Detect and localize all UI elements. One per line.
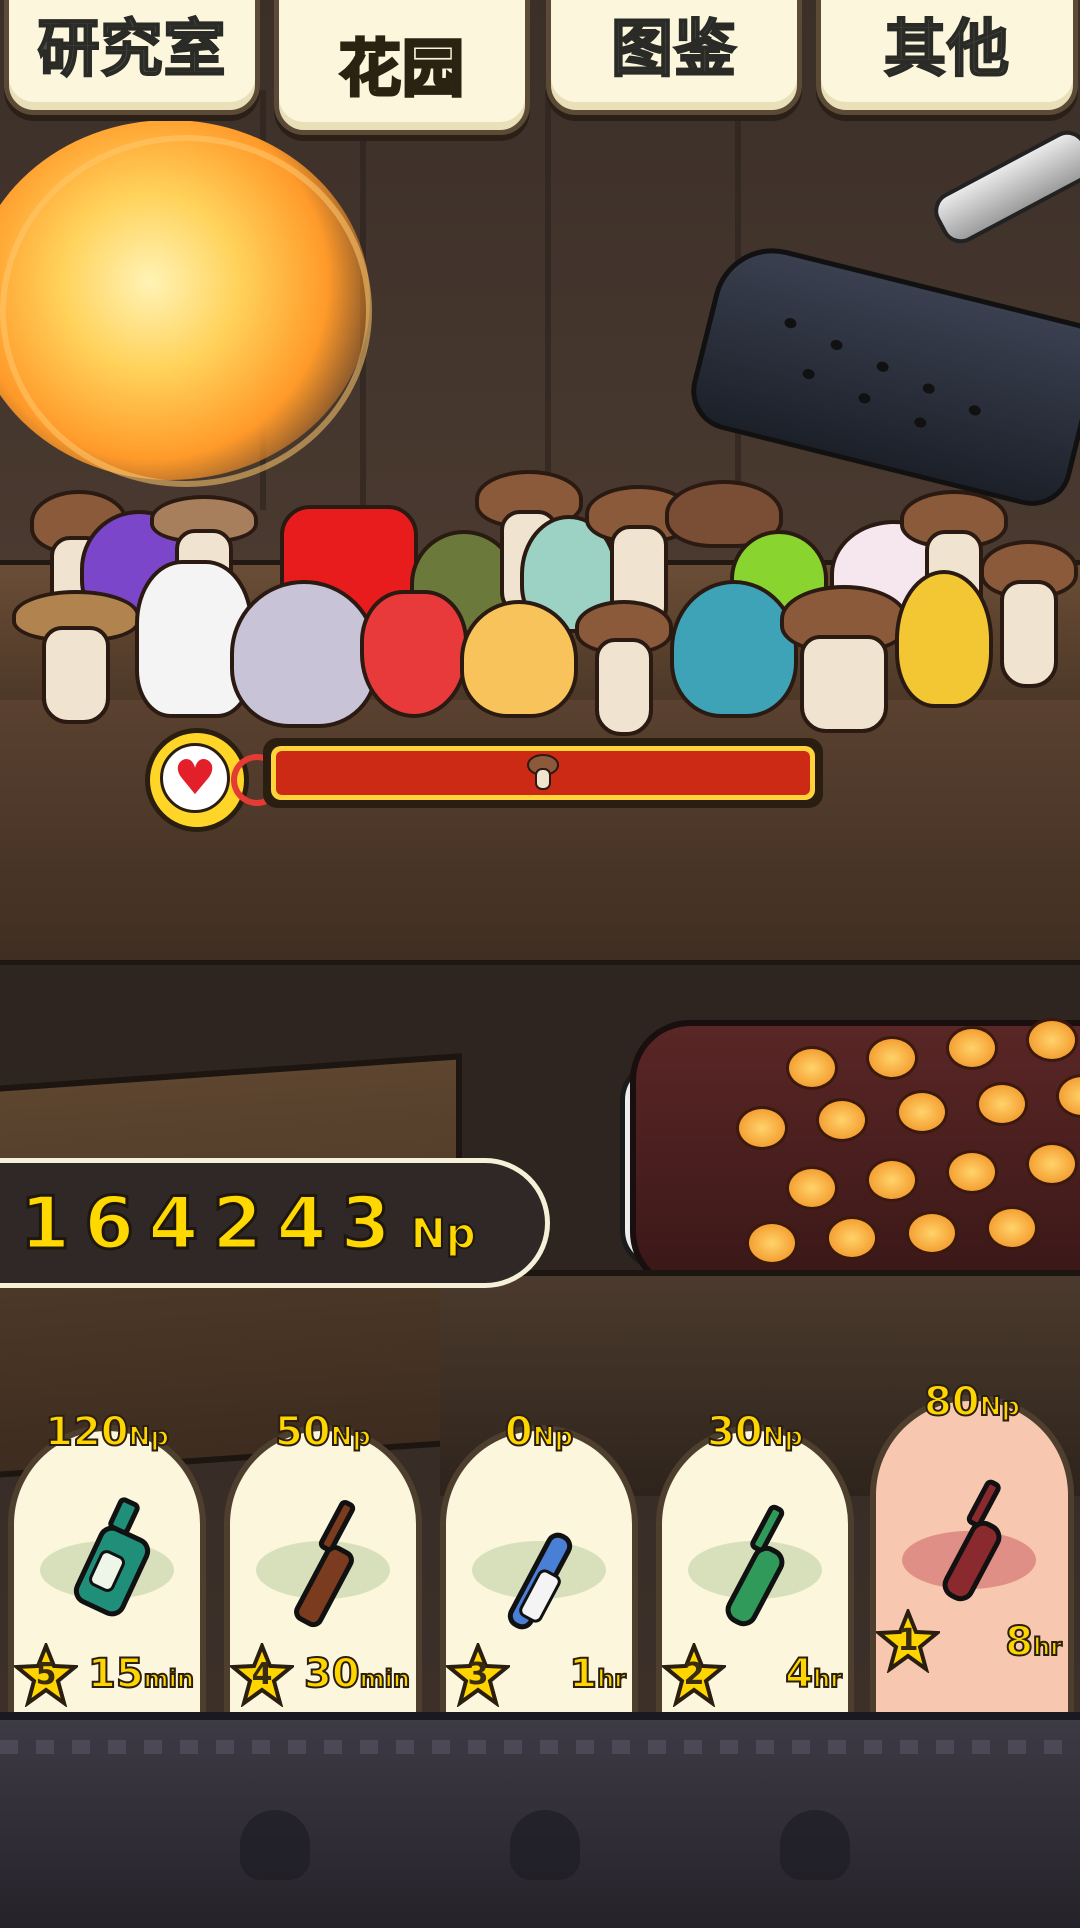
yellow-creature[interactable] [460, 600, 578, 720]
tab-garden[interactable]: 花园 [274, 0, 530, 135]
tab-label: 研究室 [36, 11, 227, 86]
health-bar-track [263, 738, 823, 808]
mushroom-creature[interactable] [980, 540, 1078, 690]
star-rating-icon: 2 [659, 1640, 729, 1708]
np-points-unit: Np [410, 1208, 477, 1259]
garden-health-bar: ♥ [145, 728, 825, 832]
bottle-icon [73, 1497, 151, 1617]
shell-creature[interactable] [230, 580, 378, 730]
star-rating-icon: 5 [11, 1640, 81, 1708]
uv-lamp-arm [927, 123, 1080, 251]
tab-lab[interactable]: 研究室 [4, 0, 260, 115]
mushroom-ornament-icon [240, 1810, 310, 1880]
np-points-counter: 164243 Np [0, 1158, 550, 1288]
squid-creature[interactable] [135, 560, 253, 730]
star-rating-icon: 1 [873, 1606, 943, 1674]
mushroom-ornament-icon [780, 1810, 850, 1880]
fish-creature[interactable] [670, 580, 798, 720]
fertilizer-card-1[interactable]: 120Np 5 15min [8, 1408, 206, 1715]
mushroom-ornament-icon [510, 1810, 580, 1880]
tab-collection[interactable]: 图鉴 [546, 0, 802, 115]
strawberry-creature[interactable] [360, 590, 468, 720]
np-points-value: 164243 [19, 1180, 405, 1267]
card-duration: 15min [87, 1650, 195, 1698]
fertilizer-card-4[interactable]: 30Np 2 4hr [656, 1408, 854, 1715]
bottle-icon [294, 1500, 356, 1628]
fertilizer-card-2[interactable]: 50Np 4 30min [224, 1408, 422, 1715]
star-rating-icon: 4 [227, 1640, 297, 1708]
fertilizer-card-3[interactable]: 0Np 3 1hr [440, 1408, 638, 1715]
light-roller [630, 1018, 1080, 1292]
mushroom-creature[interactable] [780, 585, 908, 735]
grow-lamp-ring [0, 135, 372, 487]
top-tab-bar: 研究室 花园 图鉴 其他 [0, 0, 1080, 140]
card-duration: 30min [303, 1650, 411, 1698]
health-bar-fill [276, 751, 810, 795]
fertilizer-card-5[interactable]: 80Np 1 8hr [870, 1378, 1074, 1715]
wall-plank [545, 90, 551, 510]
yellow-creature[interactable] [895, 570, 993, 710]
bottle-icon [725, 1504, 785, 1627]
card-price: 80Np [923, 1378, 1021, 1426]
bottom-ornament-bar [0, 1712, 1080, 1928]
mushroom-creature[interactable] [575, 600, 673, 736]
bottle-icon [507, 1532, 573, 1630]
tab-label: 图鉴 [610, 11, 737, 86]
star-rating-icon: 3 [443, 1640, 513, 1708]
card-price: 30Np [706, 1408, 804, 1456]
card-price: 0Np [504, 1408, 574, 1456]
card-price: 120Np [44, 1408, 170, 1456]
mushroom-creature[interactable] [12, 590, 140, 760]
tab-label: 花园 [337, 31, 465, 107]
fertilizer-cards: 120Np 5 15min 50Np 4 30min 0Np 3 1hr 30N… [0, 1378, 1080, 1715]
tab-other[interactable]: 其他 [816, 0, 1078, 115]
card-duration: 4hr [784, 1650, 843, 1698]
card-duration: 8hr [1004, 1618, 1063, 1666]
mushroom-icon [527, 754, 559, 790]
card-price: 50Np [274, 1408, 372, 1456]
mushroom-crowd[interactable] [0, 450, 1080, 736]
bottle-icon [942, 1479, 1002, 1602]
tab-label: 其他 [883, 11, 1010, 86]
card-duration: 1hr [568, 1650, 627, 1698]
